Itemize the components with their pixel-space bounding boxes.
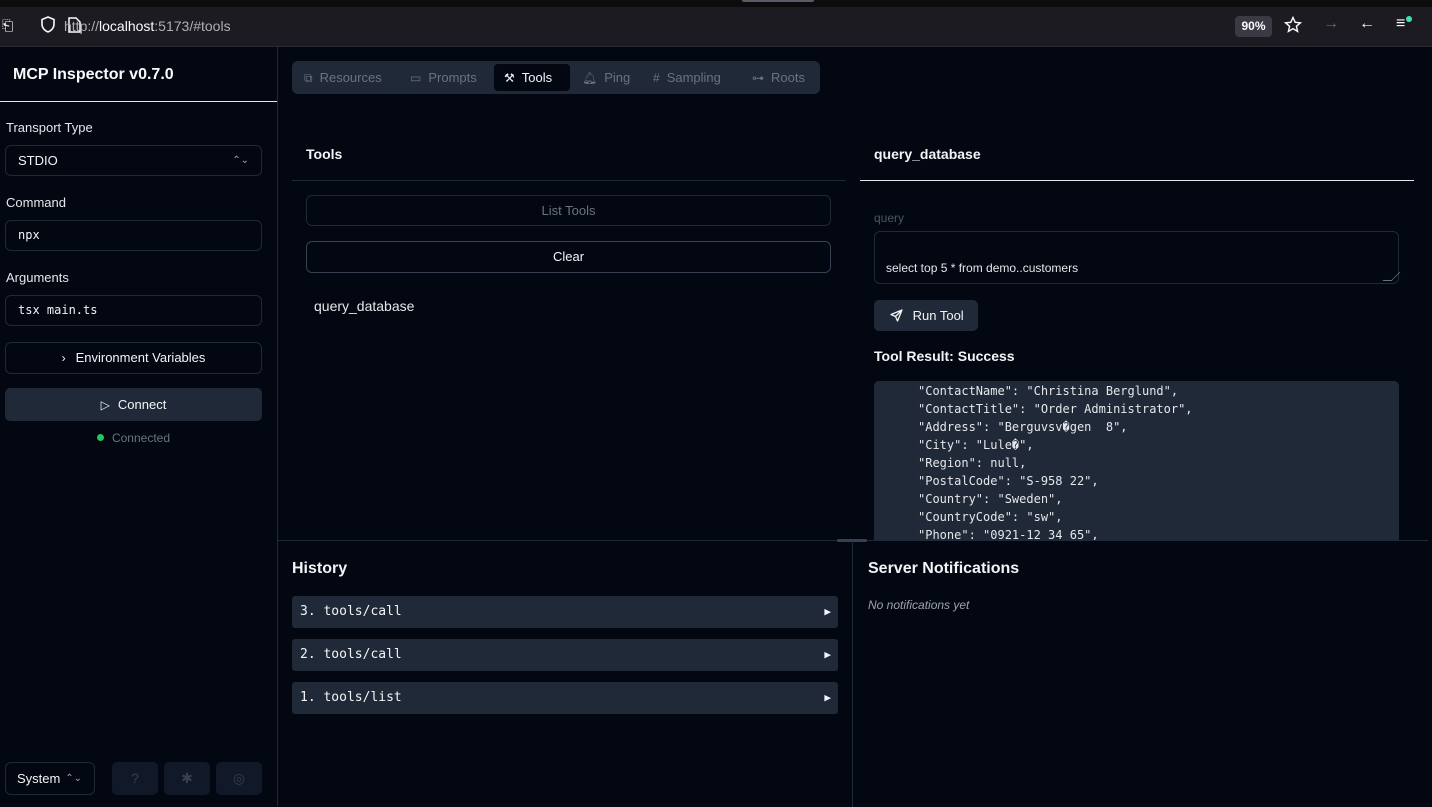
result-line: "Phone": "0921-12 34 65",	[918, 528, 1099, 541]
arguments-input[interactable]: tsx main.ts	[5, 295, 262, 326]
history-title: History	[292, 560, 348, 577]
status-text: Connected	[111, 431, 171, 445]
tab-resources[interactable]: ⧉ Resources	[294, 64, 396, 91]
tools-panel-title: Tools	[306, 146, 343, 162]
roots-icon: ⊶	[752, 71, 764, 85]
query-value: select top 5 * from demo..customers	[886, 261, 1079, 275]
extensions-icon[interactable]: ⎗	[2, 17, 13, 34]
history-item[interactable]: 1. tools/list ▶	[292, 682, 838, 714]
forward-icon[interactable]: →	[1323, 15, 1339, 33]
list-tools-button[interactable]: List Tools	[306, 195, 831, 226]
url-bar[interactable]: http://localhost:5173/#tools	[64, 18, 231, 34]
command-label: Command	[6, 195, 66, 210]
app-title: MCP Inspector v0.7.0	[13, 66, 174, 83]
shield-icon[interactable]	[40, 16, 56, 38]
tools-panel-divider	[292, 180, 846, 181]
query-label: query	[874, 211, 905, 225]
send-icon	[890, 308, 907, 323]
expand-triangle-icon: ▶	[824, 605, 831, 618]
connection-status: Connected	[0, 431, 267, 445]
sidebar-divider	[0, 101, 277, 102]
help-icon[interactable]: ?	[112, 762, 158, 795]
connect-button[interactable]: ▷ Connect	[5, 388, 262, 421]
result-line: "ContactName": "Christina Berglund",	[918, 384, 1179, 398]
environment-variables-label: Environment Variables	[75, 350, 206, 365]
tab-prompts-label: Prompts	[428, 70, 477, 85]
update-badge	[1406, 16, 1412, 22]
tool-result-title: Tool Result: Success	[874, 348, 1015, 364]
tab-roots[interactable]: ⊶ Roots	[742, 64, 818, 91]
tab-roots-label: Roots	[771, 70, 805, 85]
server-notifications-title: Server Notifications	[868, 560, 1020, 577]
arguments-label: Arguments	[6, 270, 69, 285]
transport-type-value: STDIO	[18, 153, 58, 168]
url-prefix: http://	[64, 18, 100, 34]
tab-ping-label: Ping	[604, 70, 631, 85]
theme-select[interactable]: System ⌃⌄	[5, 762, 95, 795]
tool-detail-title: query_database	[874, 146, 981, 162]
connect-label: Connect	[117, 397, 167, 412]
result-line: "Region": null,	[918, 456, 1027, 470]
history-item[interactable]: 3. tools/call ▶	[292, 596, 838, 628]
result-line: "Address": "Berguvsv�gen 8",	[918, 420, 1128, 434]
expand-triangle-icon: ▶	[824, 648, 831, 661]
play-icon: ▷	[100, 398, 110, 412]
tab-indicator	[742, 0, 814, 2]
panel-divider	[852, 541, 853, 807]
tools-icon: ⚒	[504, 71, 515, 85]
bottom-panel: History 3. tools/call ▶ 2. tools/call ▶ 1.…	[278, 539, 1428, 807]
environment-variables-button[interactable]: › Environment Variables	[5, 342, 262, 374]
bug-icon[interactable]: ✱	[164, 762, 210, 795]
notifications-empty-text: No notifications yet	[868, 598, 970, 612]
browser-toolbar: ⎗ http://localhost:5173/#tools 90% → ← ≡	[0, 0, 1432, 47]
result-line: "CountryCode": "sw",	[918, 510, 1063, 524]
tab-ping[interactable]: 🔔︎ Ping	[572, 64, 640, 91]
result-line: "ContactTitle": "Order Administrator",	[918, 402, 1193, 416]
expand-triangle-icon: ▶	[824, 691, 831, 704]
star-icon[interactable]	[1283, 15, 1303, 39]
run-tool-label: Run Tool	[912, 308, 964, 323]
tab-prompts[interactable]: ▭ Prompts	[400, 64, 492, 91]
hash-icon: #	[653, 71, 660, 85]
tab-sampling-label: Sampling	[666, 70, 721, 85]
history-item-label: 2. tools/call	[300, 647, 402, 662]
tool-result-output: "ContactName": "Christina Berglund", "Co…	[874, 381, 1399, 541]
resize-handle-icon[interactable]	[1382, 272, 1401, 281]
history-item-label: 3. tools/call	[300, 604, 402, 619]
url-rest: :5173/#tools	[154, 18, 231, 34]
chevron-right-icon: ›	[61, 351, 66, 365]
command-input[interactable]: npx	[5, 220, 262, 251]
status-dot-icon	[96, 434, 104, 441]
tab-tools[interactable]: ⚒ Tools	[494, 64, 570, 91]
result-line: "Country": "Sweden",	[918, 492, 1063, 506]
transport-type-select[interactable]: STDIO ⌃⌄	[5, 145, 262, 176]
tab-sampling[interactable]: # Sampling	[643, 64, 739, 91]
chevron-updown-icon: ⌃⌄	[232, 155, 249, 166]
prompts-icon: ▭	[410, 71, 422, 85]
tab-resources-label: Resources	[319, 70, 382, 85]
query-textarea[interactable]: select top 5 * from demo..customers	[874, 231, 1401, 284]
tab-list: ⧉ Resources ▭ Prompts ⚒ Tools 🔔︎ Ping # Sampl…	[292, 61, 820, 94]
github-icon[interactable]: ◎	[216, 762, 262, 795]
chevron-updown-icon: ⌃⌄	[65, 773, 82, 784]
result-line: "PostalCode": "S-958 22",	[918, 474, 1099, 488]
clear-button[interactable]: Clear	[306, 241, 831, 273]
back-icon[interactable]: ←	[1359, 15, 1375, 33]
transport-type-label: Transport Type	[6, 120, 93, 135]
url-host: localhost	[99, 18, 155, 34]
sidebar: MCP Inspector v0.7.0 Transport Type STDI…	[0, 47, 278, 806]
tab-strip	[0, 0, 1432, 7]
tool-detail-divider	[860, 180, 1414, 181]
history-item[interactable]: 2. tools/call ▶	[292, 639, 838, 671]
bell-icon: 🔔︎	[582, 71, 598, 85]
menu-icon[interactable]: ≡	[1396, 15, 1405, 33]
tab-tools-label: Tools	[521, 70, 553, 85]
result-line: "City": "Lule�",	[918, 438, 1034, 452]
tool-item-query-database[interactable]: query_database	[314, 298, 414, 314]
resources-icon: ⧉	[304, 71, 313, 85]
zoom-level[interactable]: 90%	[1235, 16, 1272, 37]
run-tool-button[interactable]: Run Tool	[874, 300, 978, 331]
history-item-label: 1. tools/list	[300, 690, 402, 705]
theme-select-value: System	[17, 771, 61, 786]
